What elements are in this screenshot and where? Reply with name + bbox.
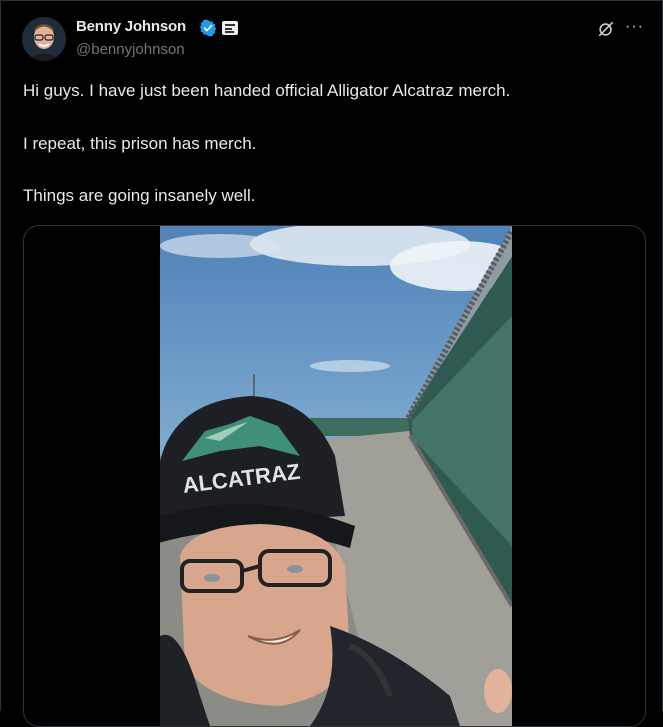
video-frame-image: ALCATRAZ bbox=[160, 226, 512, 726]
avatar-image bbox=[22, 17, 66, 61]
author-display-name[interactable]: Benny Johnson bbox=[76, 18, 186, 35]
tweet-text-line-1: Hi guys. I have just been handed officia… bbox=[23, 81, 511, 100]
verified-badge-icon[interactable] bbox=[199, 19, 217, 37]
tweet-text-line-2: I repeat, this prison has merch. bbox=[23, 134, 257, 153]
tweet-text-line-3: Things are going insanely well. bbox=[23, 186, 256, 205]
author-avatar[interactable] bbox=[22, 17, 66, 61]
video-player[interactable]: ALCATRAZ bbox=[160, 226, 512, 726]
author-handle[interactable]: @bennyjohnson bbox=[76, 41, 185, 58]
grok-icon[interactable] bbox=[597, 20, 615, 38]
tweet-media-container[interactable]: ALCATRAZ bbox=[23, 225, 646, 727]
more-options-button[interactable]: ··· bbox=[625, 18, 644, 36]
affiliate-badge-icon[interactable] bbox=[222, 21, 238, 35]
